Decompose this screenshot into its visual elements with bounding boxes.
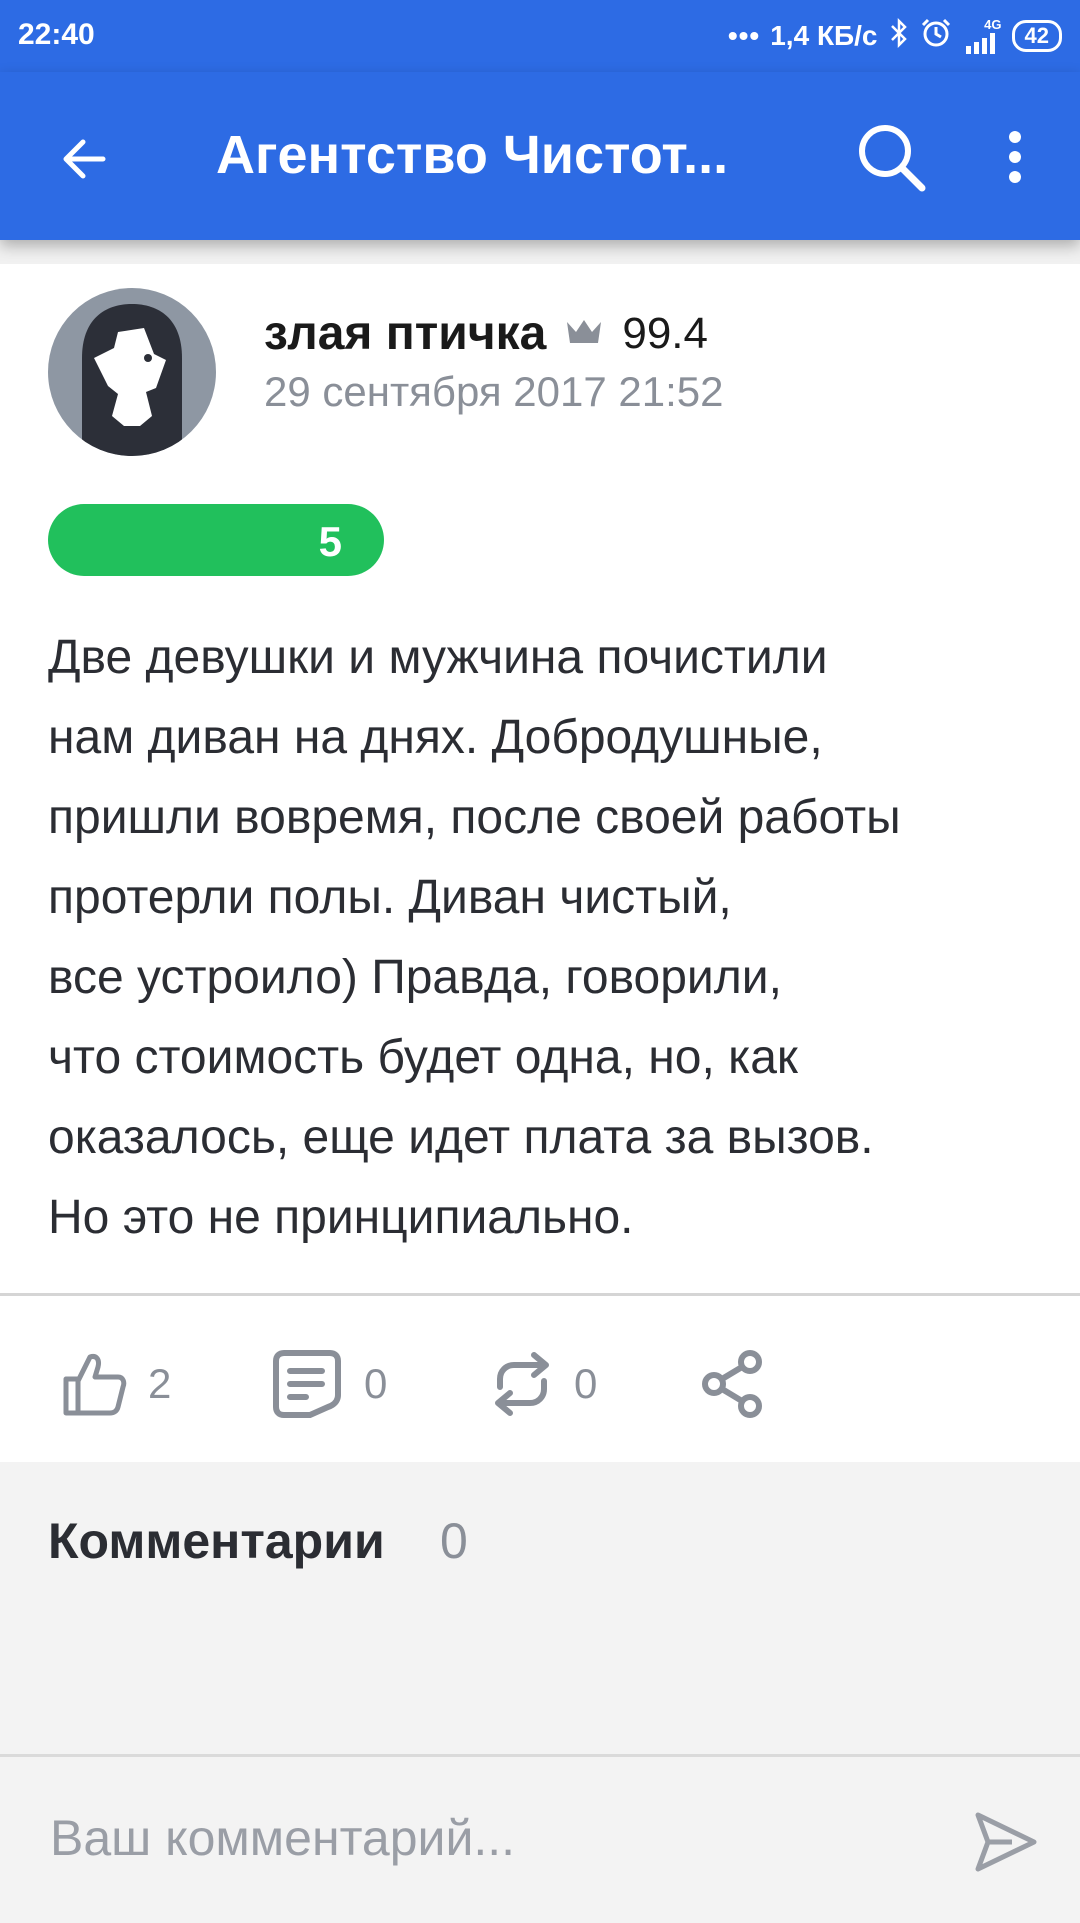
back-arrow-icon [63,139,106,179]
page-title: Агентство Чистот... [216,125,729,185]
status-bar: 22:40 ••• 1,4 КБ/с 4G 42 [0,0,1080,72]
review-date: 29 сентября 2017 21:52 [264,368,724,415]
repost-count: 0 [574,1360,598,1407]
share-button[interactable] [700,1344,766,1424]
avatar-image [82,304,182,456]
repost-button[interactable]: 0 [490,1344,597,1424]
header-shadow-gap [0,240,1080,264]
send-button[interactable] [960,1797,1050,1887]
comments-title: Комментарии [48,1513,385,1569]
comment-input-bar [0,1754,1080,1923]
author-score: 99.4 [622,308,708,358]
more-options-button[interactable] [980,112,1050,202]
author-row: злая птичка 99.4 [264,306,708,361]
comment-button[interactable]: 0 [270,1344,387,1424]
back-button[interactable] [40,114,130,204]
comment-icon [273,1350,341,1418]
rating-bar: 5 [48,504,384,576]
comment-input[interactable] [48,1797,912,1879]
avatar[interactable] [48,288,216,456]
signal-icon: 4G [962,18,1002,54]
alarm-icon [920,17,952,56]
more-vert-icon [1009,131,1021,183]
share-icon [702,1350,762,1418]
review-text: Две девушки и мужчина почистили нам дива… [48,631,901,1244]
status-indicators: ••• 1,4 КБ/с 4G 42 [728,14,1062,58]
network-speed: 1,4 КБ/с [770,20,878,51]
battery-icon: 42 [1011,20,1062,52]
status-dots: ••• [727,20,761,51]
send-icon [975,1812,1037,1872]
like-button[interactable]: 2 [58,1344,171,1424]
status-time: 22:40 [18,18,95,51]
like-count: 2 [148,1360,172,1407]
repost-icon [495,1352,549,1416]
author-name[interactable]: злая птичка [264,306,546,361]
action-bar: 2 0 0 [0,1296,1080,1462]
comments-section: Комментарии 0 [0,1462,1080,1754]
crown-icon [564,316,604,351]
network-type: 4G [984,17,1002,32]
thumbs-up-icon [63,1354,127,1416]
bluetooth-icon [888,17,910,55]
search-button[interactable] [846,112,936,202]
comment-count: 0 [364,1360,388,1407]
rating-value: 5 [318,518,342,565]
app-bar: Агентство Чистот... [0,72,1080,240]
search-icon [859,125,926,192]
comments-count: 0 [440,1513,468,1569]
